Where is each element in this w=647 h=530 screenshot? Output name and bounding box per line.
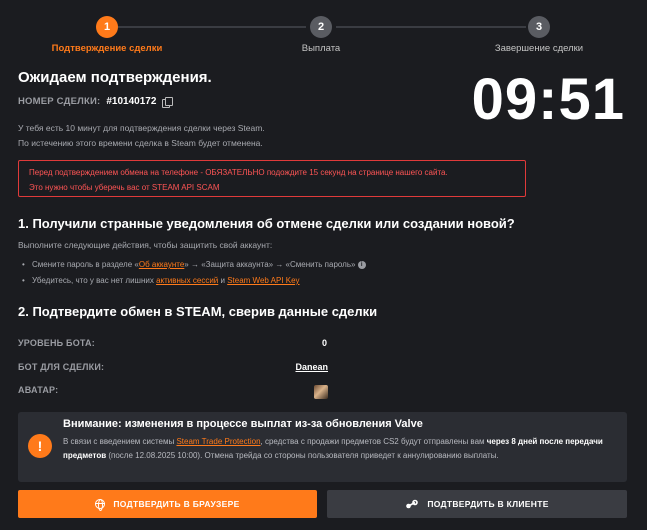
bullet-text: и (218, 276, 228, 285)
step-3-circle: 3 (528, 16, 550, 38)
notice-text-part: В связи с введением системы (63, 437, 177, 446)
section-1-subtitle: Выполните следующие действия, чтобы защи… (18, 240, 273, 250)
avatar-row: АВАТАР: (18, 385, 328, 399)
bot-level-label: УРОВЕНЬ БОТА: (18, 338, 95, 348)
steam-trade-protection-link[interactable]: Steam Trade Protection (176, 437, 260, 446)
info-text: У тебя есть 10 минут для подтверждения с… (18, 121, 265, 151)
active-sessions-link[interactable]: активных сессий (156, 276, 218, 285)
step-3-label: Завершение сделки (494, 43, 584, 54)
bot-level-value: 0 (322, 338, 328, 348)
bot-level-row: УРОВЕНЬ БОТА: 0 (18, 338, 328, 348)
notice-text-part: , средства с продажи предметов CS2 будут… (260, 437, 487, 446)
step-1-label: Подтверждение сделки (51, 43, 163, 54)
progress-stepper: 1 Подтверждение сделки 2 Выплата 3 Завер… (0, 0, 647, 60)
bullet-text: » → «Защита аккаунта» → «Сменить пароль» (184, 260, 356, 269)
confirm-client-label: ПОДТВЕРДИТЬ В КЛИЕНТЕ (427, 499, 549, 509)
section-2-title: 2. Подтвердите обмен в STEAM, сверив дан… (18, 304, 378, 319)
list-item: Убедитесь, что у вас нет лишних активных… (22, 273, 366, 289)
copy-icon[interactable] (162, 96, 174, 108)
list-item: Смените пароль в разделе «Об аккаунте» →… (22, 257, 366, 273)
notice-title: Внимание: изменения в процессе выплат из… (63, 418, 423, 430)
avatar-label: АВАТАР: (18, 385, 59, 395)
steam-icon (406, 499, 419, 509)
notice-text-part: (после 12.08.2025 10:00). Отмена трейда … (106, 451, 499, 460)
step-connector (118, 26, 306, 28)
countdown-timer: 09:51 (471, 67, 625, 132)
bullet-text: Смените пароль в разделе « (32, 260, 139, 269)
bot-name-row: БОТ ДЛЯ СДЕЛКИ: Danean (18, 362, 328, 372)
warning-line: Это нужно чтобы уберечь вас от STEAM API… (29, 183, 220, 192)
section-1-title: 1. Получили странные уведомления об отме… (18, 216, 515, 231)
confirm-in-browser-button[interactable]: ПОДТВЕРДИТЬ В БРАУЗЕРЕ (18, 490, 317, 518)
scam-warning-box: Перед подтверждением обмена на телефоне … (18, 160, 526, 197)
info-icon[interactable]: i (357, 260, 366, 269)
bot-name-label: БОТ ДЛЯ СДЕЛКИ: (18, 362, 105, 372)
valve-update-notice: ! Внимание: изменения в процессе выплат … (18, 412, 627, 482)
bot-avatar (314, 385, 328, 399)
deal-number-label: НОМЕР СДЕЛКИ: (18, 96, 101, 107)
bullet-text: Убедитесь, что у вас нет лишних (32, 276, 157, 285)
confirm-in-client-button[interactable]: ПОДТВЕРДИТЬ В КЛИЕНТЕ (327, 490, 627, 518)
steam-api-key-link[interactable]: Steam Web API Key (227, 276, 299, 285)
confirm-browser-label: ПОДТВЕРДИТЬ В БРАУЗЕРЕ (113, 499, 240, 509)
exclamation-icon: ! (28, 434, 52, 458)
step-1-circle: 1 (96, 16, 118, 38)
account-link[interactable]: Об аккаунте (139, 260, 184, 269)
globe-icon (95, 499, 106, 511)
step-connector (336, 26, 526, 28)
bot-name-value[interactable]: Danean (295, 362, 328, 372)
info-line: У тебя есть 10 минут для подтверждения с… (18, 123, 265, 133)
step-2-label: Выплата (301, 43, 341, 54)
security-steps-list: Смените пароль в разделе «Об аккаунте» →… (22, 257, 366, 289)
deal-number-value: #10140172 (106, 96, 157, 107)
deal-number-row: НОМЕР СДЕЛКИ: #10140172 (18, 96, 174, 108)
info-line: По истечению этого времени сделка в Stea… (18, 138, 263, 148)
step-2-circle: 2 (310, 16, 332, 38)
page-title: Ожидаем подтверждения. (18, 69, 212, 86)
notice-text: В связи с введением системы Steam Trade … (63, 435, 608, 463)
warning-line: Перед подтверждением обмена на телефоне … (29, 168, 448, 177)
